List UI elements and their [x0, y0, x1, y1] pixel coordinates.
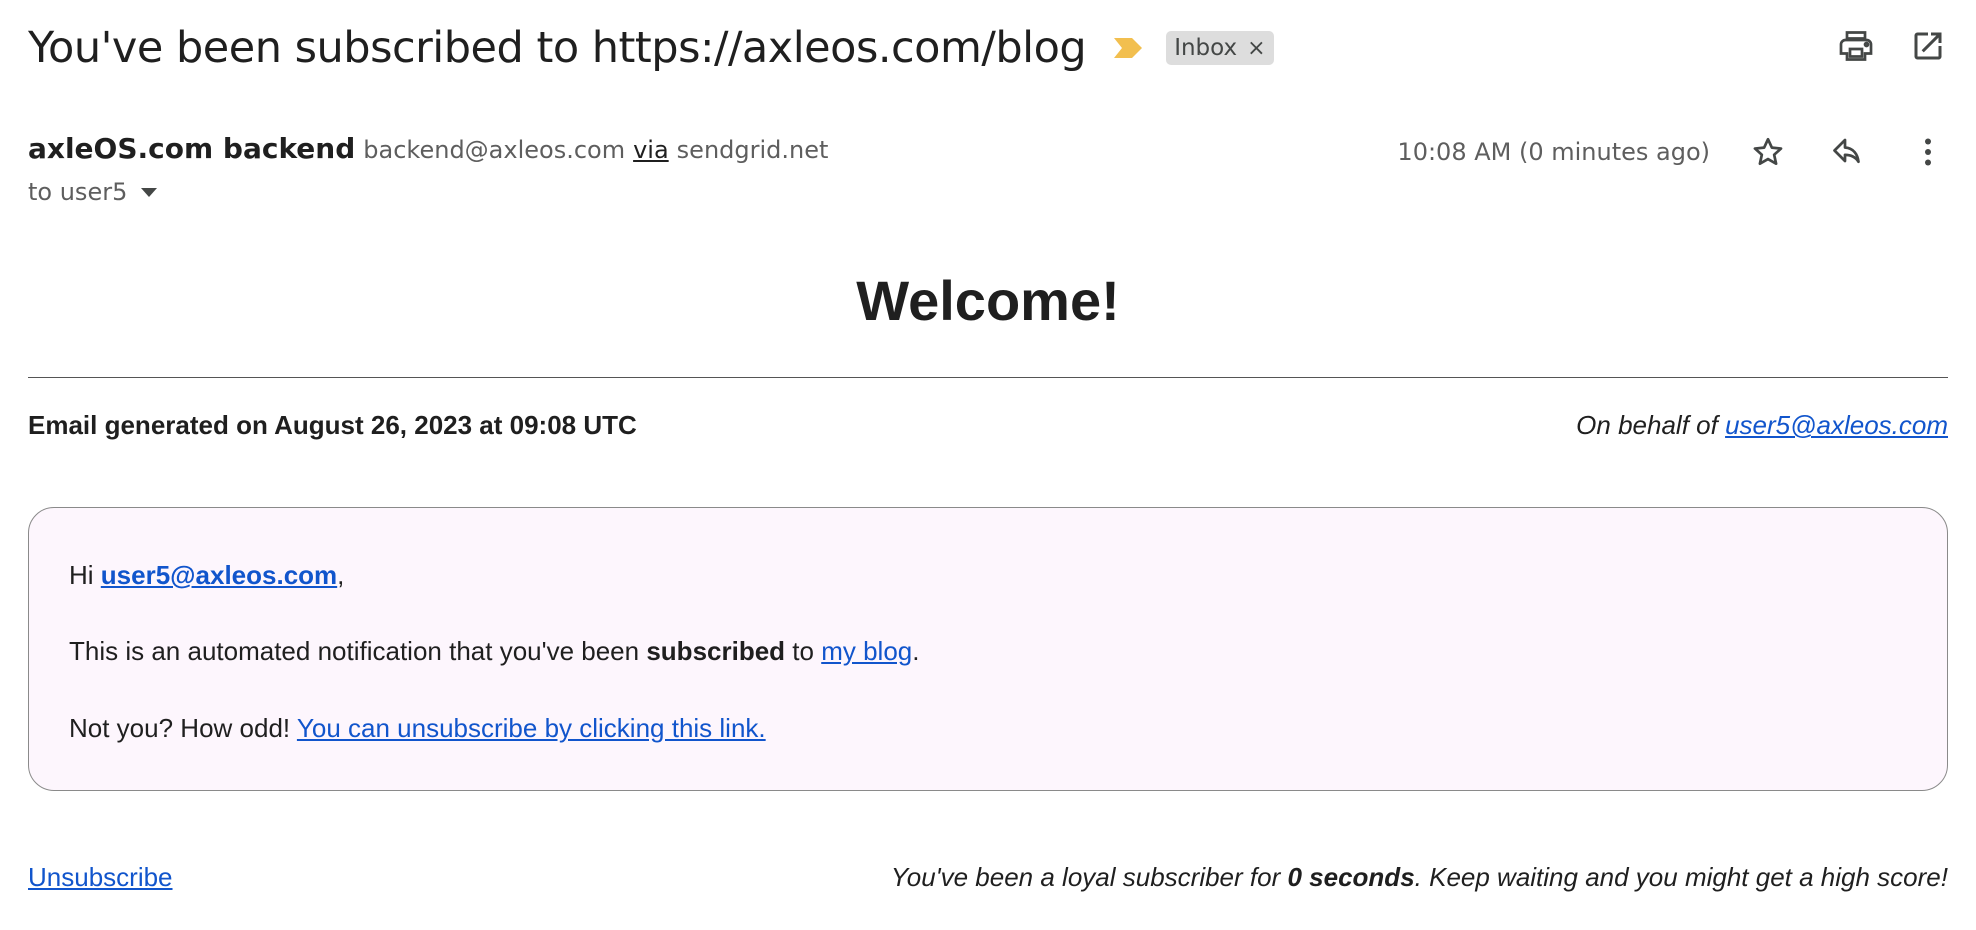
- inbox-label-chip: Inbox ×: [1166, 31, 1274, 65]
- loyalty-prefix: You've been a loyal subscriber for: [890, 862, 1281, 892]
- message-meta: 10:08 AM (0 minutes ago): [1397, 132, 1948, 172]
- loyalty-message: You've been a loyal subscriber for 0 sec…: [891, 862, 1948, 893]
- via-domain: sendgrid.net: [676, 136, 829, 164]
- divider: [28, 377, 1948, 378]
- notification-suffix: .: [912, 636, 920, 666]
- unsubscribe-inline-link[interactable]: You can unsubscribe by clicking this lin…: [297, 713, 766, 743]
- more-vert-icon[interactable]: [1908, 132, 1948, 172]
- inbox-label-text: Inbox: [1174, 35, 1238, 61]
- remove-label-button[interactable]: ×: [1247, 36, 1265, 61]
- via-link[interactable]: via: [633, 136, 669, 164]
- loyalty-suffix: . Keep waiting and you might get a high …: [1414, 862, 1948, 892]
- on-behalf-of-label: On behalf of: [1576, 410, 1718, 440]
- recipient-text: to user5: [28, 178, 128, 206]
- greeting-prefix: Hi: [69, 560, 94, 590]
- sender-row: axleOS.com backend backend@axleos.com vi…: [28, 132, 828, 165]
- sender-email: backend@axleos.com: [363, 136, 626, 164]
- notification-prefix: This is an automated notification that y…: [69, 636, 640, 666]
- greeting-suffix: ,: [337, 560, 345, 590]
- thread-actions: [1836, 26, 1948, 66]
- notification-line: This is an automated notification that y…: [69, 636, 920, 667]
- notification-mid: to: [792, 636, 814, 666]
- greeting: Hi user5@axleos.com,: [69, 560, 344, 591]
- open-in-new-window-icon[interactable]: [1908, 26, 1948, 66]
- behalf-email-link[interactable]: user5@axleos.com: [1725, 410, 1948, 440]
- on-behalf-of: On behalf of user5@axleos.com: [1576, 410, 1948, 441]
- reply-icon[interactable]: [1828, 132, 1868, 172]
- email-heading: Welcome!: [856, 269, 1120, 332]
- unsubscribe-prefix: Not you? How odd!: [69, 713, 291, 743]
- message-timestamp: 10:08 AM (0 minutes ago): [1397, 138, 1710, 166]
- loyalty-duration: 0 seconds: [1287, 862, 1415, 892]
- subject-row: You've been subscribed to https://axleos…: [28, 20, 1948, 76]
- message-card: Hi user5@axleos.com, This is an automate…: [28, 507, 1948, 791]
- generated-timestamp: Email generated on August 26, 2023 at 09…: [28, 410, 637, 440]
- unsubscribe-line: Not you? How odd! You can unsubscribe by…: [69, 713, 766, 744]
- email-subject: You've been subscribed to https://axleos…: [28, 23, 1087, 73]
- recipients-row: to user5: [28, 178, 158, 206]
- print-icon[interactable]: [1836, 26, 1876, 66]
- star-icon[interactable]: [1748, 132, 1788, 172]
- notification-bold: subscribed: [646, 636, 786, 666]
- sender-name[interactable]: axleOS.com backend: [28, 132, 355, 165]
- my-blog-link[interactable]: my blog: [821, 636, 912, 666]
- importance-marker-icon[interactable]: [1112, 36, 1144, 60]
- footer-unsubscribe: Unsubscribe: [28, 862, 173, 893]
- unsubscribe-link[interactable]: Unsubscribe: [28, 862, 173, 892]
- show-details-chevron-down-icon[interactable]: [141, 187, 158, 197]
- greeting-email-link[interactable]: user5@axleos.com: [101, 560, 337, 590]
